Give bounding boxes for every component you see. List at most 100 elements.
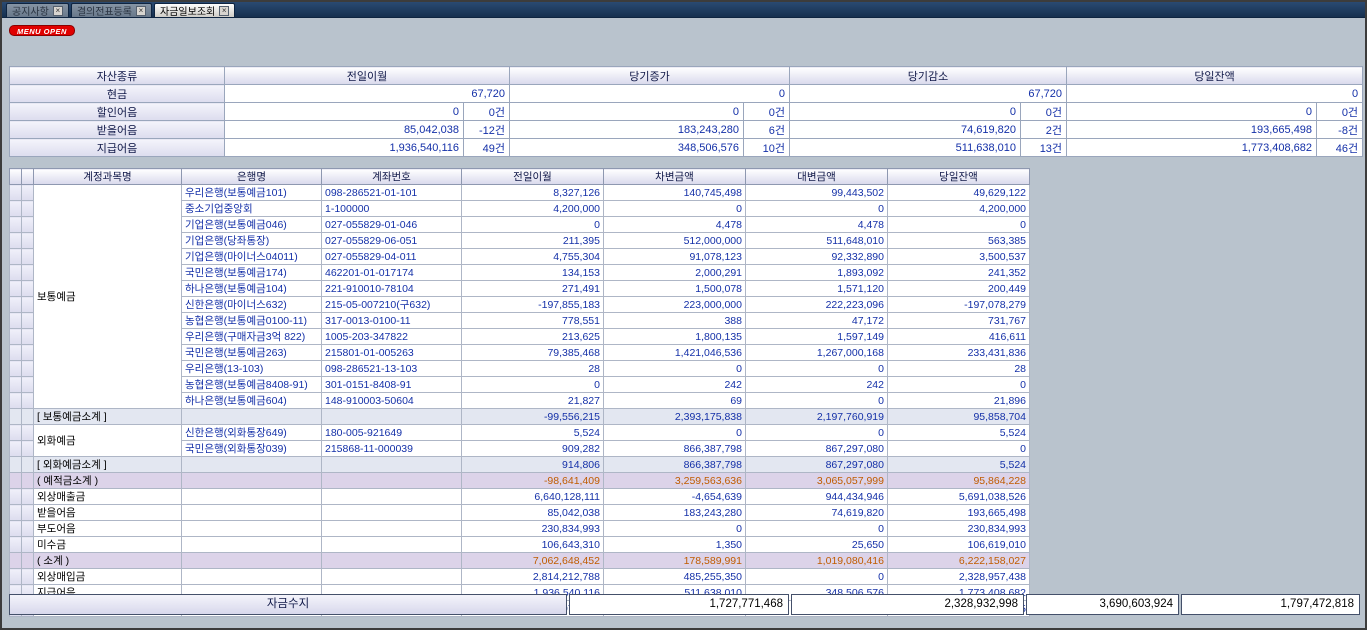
amount-cell[interactable]: 4,478 [604, 217, 746, 233]
account-number-cell[interactable] [322, 537, 462, 553]
amount-cell[interactable]: 6,640,128,111 [462, 489, 604, 505]
amount-cell[interactable]: 91,078,123 [604, 249, 746, 265]
amount-cell[interactable]: 5,524 [462, 425, 604, 441]
bank-name-cell[interactable]: 기업은행(당좌통장) [182, 233, 322, 249]
main-header-prev-carryover[interactable]: 전일이월 [462, 169, 604, 185]
amount-cell[interactable]: 4,478 [746, 217, 888, 233]
amount-cell[interactable]: 4,200,000 [888, 201, 1030, 217]
bank-name-cell[interactable]: 신한은행(외화통장649) [182, 425, 322, 441]
account-name-cell[interactable]: ( 예적금소계 ) [34, 473, 182, 489]
bank-name-cell[interactable]: 국민은행(보통예금263) [182, 345, 322, 361]
amount-cell[interactable]: 74,619,820 [746, 505, 888, 521]
amount-cell[interactable]: 7,062,648,452 [462, 553, 604, 569]
amount-cell[interactable]: 242 [604, 377, 746, 393]
menu-open-button[interactable]: MENU OPEN [9, 25, 75, 36]
row-indicator-cell[interactable] [22, 329, 34, 345]
amount-cell[interactable]: 1,019,080,416 [746, 553, 888, 569]
bank-name-cell[interactable] [182, 505, 322, 521]
row-indicator-cell[interactable] [10, 505, 22, 521]
account-number-cell[interactable]: 027-055829-01-046 [322, 217, 462, 233]
main-header-account-number[interactable]: 계좌번호 [322, 169, 462, 185]
amount-cell[interactable]: 49,629,122 [888, 185, 1030, 201]
count-cell[interactable]: 2건 [1021, 121, 1067, 139]
count-cell[interactable]: 13건 [1021, 139, 1067, 157]
bank-name-cell[interactable]: 우리은행(구매자금3억 822) [182, 329, 322, 345]
amount-cell[interactable]: 28 [462, 361, 604, 377]
row-indicator-cell[interactable] [22, 201, 34, 217]
bank-name-cell[interactable] [182, 521, 322, 537]
account-name-cell[interactable]: ( 소계 ) [34, 553, 182, 569]
row-indicator-cell[interactable] [10, 329, 22, 345]
account-number-cell[interactable]: 027-055829-04-011 [322, 249, 462, 265]
amount-cell[interactable]: 1,597,149 [746, 329, 888, 345]
count-cell[interactable]: 0건 [744, 103, 790, 121]
amount-cell[interactable]: 47,172 [746, 313, 888, 329]
bank-name-cell[interactable] [182, 457, 322, 473]
amount-cell[interactable]: 511,648,010 [746, 233, 888, 249]
amount-cell[interactable]: 1,421,046,536 [604, 345, 746, 361]
row-indicator-cell[interactable] [10, 233, 22, 249]
amount-cell[interactable]: 4,755,304 [462, 249, 604, 265]
row-indicator-cell[interactable] [10, 185, 22, 201]
amount-cell[interactable]: 99,443,502 [746, 185, 888, 201]
amount-cell[interactable]: 79,385,468 [462, 345, 604, 361]
main-header-debit-amount[interactable]: 차변금액 [604, 169, 746, 185]
amount-cell[interactable]: 0 [604, 425, 746, 441]
bank-name-cell[interactable]: 중소기업중앙회 [182, 201, 322, 217]
account-number-cell[interactable]: 027-055829-06-051 [322, 233, 462, 249]
account-number-cell[interactable]: 098-286521-01-101 [322, 185, 462, 201]
amount-cell[interactable]: 6,222,158,027 [888, 553, 1030, 569]
bank-name-cell[interactable]: 기업은행(마이너스04011) [182, 249, 322, 265]
amount-cell[interactable]: 866,387,798 [604, 441, 746, 457]
amount-cell[interactable]: 0 [604, 201, 746, 217]
row-indicator-cell[interactable] [22, 505, 34, 521]
account-number-cell[interactable] [322, 457, 462, 473]
row-indicator-cell[interactable] [10, 297, 22, 313]
amount-cell[interactable]: 200,449 [888, 281, 1030, 297]
count-cell[interactable]: 10건 [744, 139, 790, 157]
amount-cell[interactable]: 222,223,096 [746, 297, 888, 313]
amount-cell[interactable]: 1,267,000,168 [746, 345, 888, 361]
account-number-cell[interactable]: 221-910010-78104 [322, 281, 462, 297]
bank-name-cell[interactable]: 국민은행(보통예금174) [182, 265, 322, 281]
summary-header-asset-type[interactable]: 자산종류 [10, 67, 225, 85]
amount-cell[interactable]: 944,434,946 [746, 489, 888, 505]
main-header-daily-balance[interactable]: 당일잔액 [888, 169, 1030, 185]
amount-cell[interactable]: 0 [462, 377, 604, 393]
row-indicator-cell[interactable] [22, 521, 34, 537]
account-number-cell[interactable] [322, 473, 462, 489]
row-indicator-cell[interactable] [22, 393, 34, 409]
amount-cell[interactable]: 0 [604, 521, 746, 537]
amount-cell[interactable]: 0 [1067, 103, 1317, 121]
account-number-cell[interactable]: 180-005-921649 [322, 425, 462, 441]
count-cell[interactable]: 46건 [1317, 139, 1363, 157]
amount-cell[interactable]: 0 [888, 441, 1030, 457]
amount-cell[interactable]: 1,350 [604, 537, 746, 553]
amount-cell[interactable]: -99,556,215 [462, 409, 604, 425]
amount-cell[interactable]: 211,395 [462, 233, 604, 249]
amount-cell[interactable]: 778,551 [462, 313, 604, 329]
amount-cell[interactable]: 731,767 [888, 313, 1030, 329]
amount-cell[interactable]: 1,800,135 [604, 329, 746, 345]
amount-cell[interactable]: 85,042,038 [462, 505, 604, 521]
row-indicator-cell[interactable] [22, 281, 34, 297]
main-header-bank-name[interactable]: 은행명 [182, 169, 322, 185]
account-name-cell[interactable]: 외상매입금 [34, 569, 182, 585]
row-indicator-cell[interactable] [22, 217, 34, 233]
amount-cell[interactable]: 28 [888, 361, 1030, 377]
amount-cell[interactable]: 866,387,798 [604, 457, 746, 473]
bank-name-cell[interactable]: 농협은행(보통예금0100-11) [182, 313, 322, 329]
account-number-cell[interactable]: 462201-01-017174 [322, 265, 462, 281]
account-number-cell[interactable]: 1-100000 [322, 201, 462, 217]
row-indicator-cell[interactable] [10, 409, 22, 425]
row-indicator-cell[interactable] [10, 265, 22, 281]
bank-name-cell[interactable] [182, 409, 322, 425]
row-indicator-cell[interactable] [22, 441, 34, 457]
asset-type-cell[interactable]: 받을어음 [10, 121, 225, 139]
amount-cell[interactable]: 0 [746, 569, 888, 585]
amount-cell[interactable]: 2,328,957,438 [888, 569, 1030, 585]
amount-cell[interactable]: 2,197,760,919 [746, 409, 888, 425]
amount-cell[interactable]: -4,654,639 [604, 489, 746, 505]
amount-cell[interactable]: 242 [746, 377, 888, 393]
amount-cell[interactable]: 183,243,280 [510, 121, 744, 139]
